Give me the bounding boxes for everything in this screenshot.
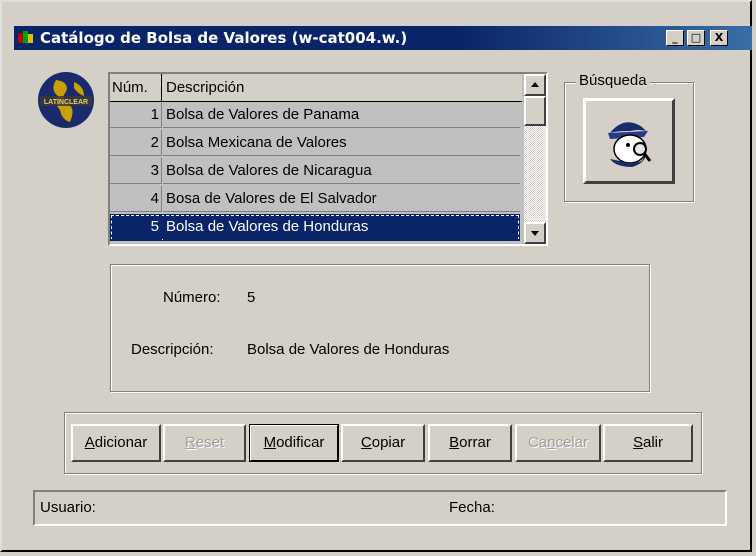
row-num: 1 bbox=[110, 102, 162, 128]
app-icon bbox=[18, 31, 33, 43]
window-title: Catálogo de Bolsa de Valores (w-cat004.w… bbox=[40, 29, 408, 47]
row-desc: Bolsa de Valores de Nicaragua bbox=[163, 158, 520, 184]
row-num: 3 bbox=[110, 158, 162, 184]
table-row[interactable]: 4 Bosa de Valores de El Salvador bbox=[110, 186, 520, 213]
column-header-desc[interactable]: Descripción bbox=[163, 74, 522, 101]
row-num: 5 bbox=[110, 214, 162, 240]
title-bar[interactable]: Catálogo de Bolsa de Valores (w-cat004.w… bbox=[14, 26, 752, 50]
status-bar bbox=[33, 490, 727, 526]
vertical-scrollbar[interactable] bbox=[524, 74, 546, 244]
modificar-button[interactable]: Modificar bbox=[249, 424, 339, 462]
numero-label: Número: bbox=[163, 289, 221, 306]
grid-body: 1 Bolsa de Valores de Panama 2 Bolsa Mex… bbox=[110, 102, 522, 244]
salir-button[interactable]: Salir bbox=[603, 424, 693, 462]
detail-panel bbox=[110, 264, 650, 392]
copiar-button[interactable]: Copiar bbox=[341, 424, 425, 462]
reset-button[interactable]: Reset bbox=[163, 424, 246, 462]
column-header-num[interactable]: Núm. bbox=[110, 74, 162, 101]
search-group-label: Búsqueda bbox=[576, 72, 650, 89]
row-desc: Bolsa Mexicana de Valores bbox=[163, 130, 520, 156]
svg-text:LATINCLEAR: LATINCLEAR bbox=[44, 99, 88, 106]
scroll-thumb[interactable] bbox=[524, 96, 546, 126]
numero-value: 5 bbox=[247, 289, 256, 306]
minimize-button[interactable]: _ bbox=[666, 30, 684, 46]
table-row[interactable]: 1 Bolsa de Valores de Panama bbox=[110, 102, 520, 129]
row-num: 4 bbox=[110, 186, 162, 212]
adicionar-button[interactable]: Adicionar bbox=[71, 424, 161, 462]
globe-icon: LATINCLEAR bbox=[38, 72, 94, 128]
search-button[interactable] bbox=[583, 98, 675, 184]
arrow-up-icon bbox=[531, 82, 539, 87]
cancelar-button[interactable]: Cancelar bbox=[515, 424, 601, 462]
browse-grid[interactable]: Núm. Descripción 1 Bolsa de Valores de P… bbox=[108, 72, 548, 246]
latinclear-logo: LATINCLEAR bbox=[36, 70, 96, 130]
table-row[interactable]: 2 Bolsa Mexicana de Valores bbox=[110, 130, 520, 157]
fecha-label: Fecha: bbox=[449, 499, 495, 516]
table-row-selected[interactable]: 5 Bolsa de Valores de Honduras bbox=[110, 214, 520, 241]
row-desc: Bolsa de Valores de Honduras bbox=[163, 214, 520, 240]
row-desc: Bosa de Valores de El Salvador bbox=[163, 186, 520, 212]
usuario-label: Usuario: bbox=[40, 499, 96, 516]
row-desc: Bolsa de Valores de Panama bbox=[163, 102, 520, 128]
row-num: 2 bbox=[110, 130, 162, 156]
detective-icon bbox=[608, 122, 652, 167]
arrow-down-icon bbox=[531, 231, 539, 236]
descripcion-value: Bolsa de Valores de Honduras bbox=[247, 341, 450, 358]
table-row[interactable]: 3 Bolsa de Valores de Nicaragua bbox=[110, 158, 520, 185]
scroll-up-button[interactable] bbox=[524, 74, 546, 96]
grid-header: Núm. Descripción bbox=[110, 74, 522, 102]
scroll-down-button[interactable] bbox=[524, 222, 546, 244]
borrar-button[interactable]: Borrar bbox=[428, 424, 512, 462]
descripcion-label: Descripción: bbox=[131, 341, 214, 358]
maximize-button[interactable]: □ bbox=[687, 30, 705, 46]
close-button[interactable]: X bbox=[710, 30, 728, 46]
